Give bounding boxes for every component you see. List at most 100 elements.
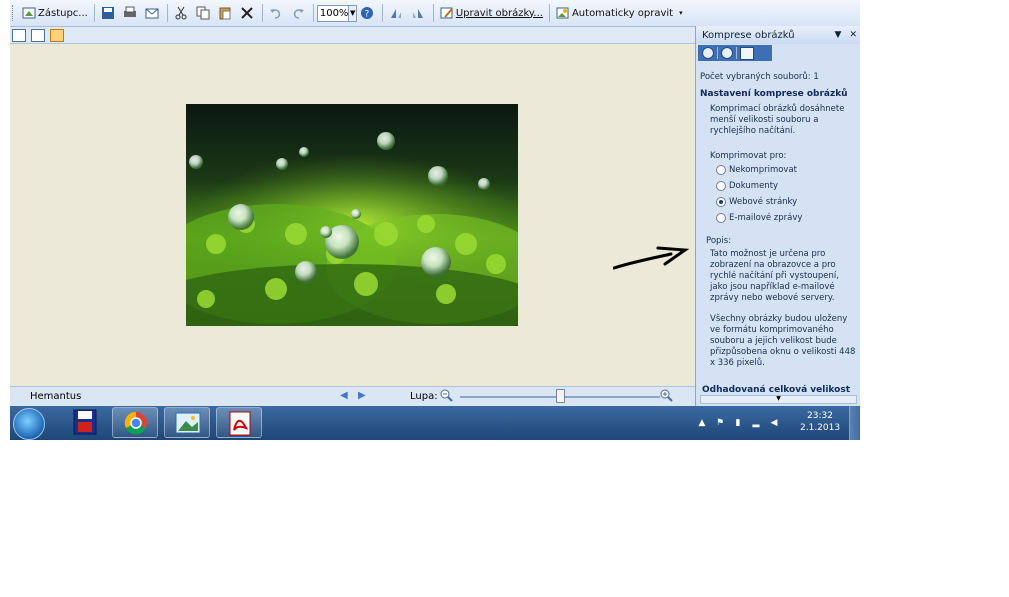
windows-taskbar: ▲ ⚑ ▮ ▂ ◀ 23:32 2.1.2013 [10,406,860,440]
zoom-value: 100% [319,7,349,19]
copy-icon [196,6,210,20]
email-icon [145,6,159,20]
zoom-out-icon[interactable] [440,389,453,405]
pane-menu-chevron-icon[interactable]: ▼ [835,30,842,40]
save-icon [101,6,115,20]
back-icon[interactable] [702,47,714,59]
taskbar-picture-manager-app[interactable] [164,407,210,438]
edit-pictures-button[interactable]: Upravit obrázky... [437,3,546,23]
view-mode-bar [10,27,697,44]
battery-icon[interactable]: ▮ [733,418,743,428]
shortcut-icon [22,6,36,20]
pane-footer: Odhadovaná celková velikost ▼ [696,383,860,405]
radio-button[interactable] [716,181,726,191]
thumbnail-view-button[interactable] [12,28,26,42]
volume-icon[interactable]: ◀ [769,418,779,428]
option-email[interactable]: E-mailové zprávy [700,210,857,226]
rotate-right-icon [411,6,425,20]
auto-correct-button[interactable]: Automaticky opravit [553,3,676,23]
paste-icon [218,6,232,20]
zoom-slider-thumb[interactable] [556,389,565,403]
option-label: E-mailové zprávy [729,213,803,223]
pane-scroll-down-icon[interactable]: ▼ [700,395,857,404]
toolbar-separator [261,4,263,22]
print-button[interactable] [120,3,142,23]
cut-button[interactable] [171,3,193,23]
hand-drawn-arrow [613,246,690,270]
description-label: Popis: [706,236,732,246]
edit-pictures-label: Upravit obrázky... [455,7,543,19]
paste-button[interactable] [215,3,237,23]
show-desktop-button[interactable] [849,406,860,440]
scissors-icon [174,6,188,20]
save-button[interactable] [98,3,120,23]
email-button[interactable] [142,3,164,23]
toolbar-grip[interactable] [12,5,16,21]
undo-icon [269,6,283,20]
option-web-pages[interactable]: Webové stránky [700,194,857,210]
shortcut-button[interactable]: Zástupc... [19,3,91,23]
chrome-icon [124,411,147,435]
radio-button[interactable] [716,165,726,175]
description-text-2: Všechny obrázky budou uloženy ve formátu… [710,314,856,368]
redo-button[interactable] [288,3,310,23]
compression-settings-heading: Nastavení komprese obrázků [700,89,848,99]
radio-button-selected[interactable] [716,197,726,207]
rotate-right-button[interactable] [408,3,430,23]
option-label: Nekomprimovat [729,165,797,175]
toolbar-separator [166,4,168,22]
toolbar-separator [548,4,550,22]
nav-separator [717,47,718,59]
home-icon[interactable] [740,46,754,60]
taskbar-save-app[interactable] [62,407,108,438]
option-label: Webové stránky [729,197,798,207]
pane-body: Počet vybraných souborů: 1 Nastavení kom… [696,66,860,386]
chevron-down-icon: ▾ [679,9,683,17]
clock[interactable]: 23:32 2.1.2013 [800,410,840,434]
pane-title: Komprese obrázků [702,29,795,41]
filmstrip-view-button[interactable] [31,28,45,42]
toolbar-separator [93,4,95,22]
radio-button[interactable] [716,213,726,223]
nav-separator [736,47,737,59]
picture-manager-icon [175,412,201,434]
picture-manager-window: Zástupc... 100% ▼ ? Upravit obrázky... A… [10,0,860,440]
taskbar-chrome-app[interactable] [112,407,158,438]
undo-button[interactable] [266,3,288,23]
pane-header: Komprese obrázků ▼ ✕ [696,26,860,44]
close-icon[interactable]: ✕ [849,30,857,40]
option-documents[interactable]: Dokumenty [700,178,857,194]
redo-icon [291,6,305,20]
svg-text:?: ? [364,10,369,20]
tray-expand-icon[interactable]: ▲ [697,418,707,428]
delete-button[interactable] [237,3,259,23]
help-button[interactable]: ? [357,3,379,23]
compression-settings-text: Komprimací obrázků dosáhnete menší velik… [710,104,845,136]
option-no-compression[interactable]: Nekomprimovat [700,162,857,178]
pdf-icon [229,411,251,436]
single-picture-view-button[interactable] [50,28,64,42]
forward-icon[interactable] [721,47,733,59]
taskbar-pdf-app[interactable] [216,407,262,438]
compress-for-label: Komprimovat pro: [710,151,787,161]
toolbar-separator [432,4,434,22]
picture-preview-area [10,44,695,386]
copy-button[interactable] [193,3,215,23]
flag-icon[interactable]: ⚑ [715,418,725,428]
zoom-select[interactable]: 100% ▼ [316,4,357,22]
current-file-name: Hemantus [30,391,82,402]
next-picture-icon[interactable]: ▶ [358,390,366,401]
windows-start-icon[interactable] [13,408,45,440]
network-signal-icon[interactable]: ▂ [751,418,761,428]
clock-time: 23:32 [807,411,833,421]
toolbar-options-button[interactable]: ▾ [676,3,686,23]
zoom-in-icon[interactable] [660,389,673,405]
toolbar: Zástupc... 100% ▼ ? Upravit obrázky... A… [10,0,860,27]
help-icon: ? [360,6,374,20]
print-icon [123,6,137,20]
chevron-down-icon[interactable]: ▼ [348,5,356,21]
rotate-left-button[interactable] [386,3,408,23]
option-label: Dokumenty [729,181,779,191]
previous-picture-icon[interactable]: ◀ [340,390,348,401]
rotate-left-icon [389,6,403,20]
